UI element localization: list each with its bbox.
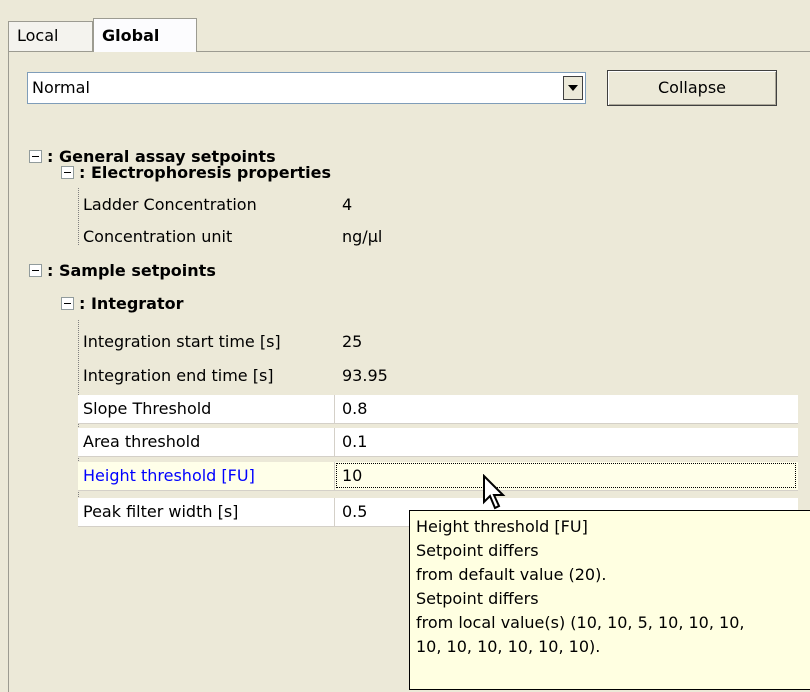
setpoint-name: Area threshold xyxy=(83,432,201,451)
tooltip-line: from default value (20). xyxy=(416,565,607,584)
setpoint-row-slope-threshold[interactable]: Slope Threshold 0.8 xyxy=(78,395,798,424)
column-divider xyxy=(334,428,335,456)
tab-global[interactable]: Global xyxy=(93,18,197,52)
setpoint-value[interactable]: 0.8 xyxy=(342,395,367,423)
setpoint-row-concentration-unit[interactable]: Concentration unit ng/µl xyxy=(78,223,798,251)
collapse-button[interactable]: Collapse xyxy=(607,70,777,106)
tooltip-line: Setpoint differs xyxy=(416,589,539,608)
collapse-integrator-icon[interactable] xyxy=(61,297,74,310)
setpoint-name: Peak filter width [s] xyxy=(83,502,239,521)
chevron-down-icon xyxy=(568,85,578,91)
setpoint-row-height-threshold[interactable]: Height threshold [FU] 10 xyxy=(78,462,798,491)
setpoint-value: 4 xyxy=(342,195,353,214)
column-divider xyxy=(334,498,335,526)
setpoint-row-area-threshold[interactable]: Area threshold 0.1 xyxy=(78,428,798,457)
view-mode-select[interactable]: Normal xyxy=(27,72,586,104)
setpoint-row-integration-end[interactable]: Integration end time [s] 93.95 xyxy=(78,362,798,390)
tab-local[interactable]: Local xyxy=(8,21,93,51)
tooltip-line: 10, 10, 10, 10, 10, 10). xyxy=(416,637,601,656)
setpoint-value: 25 xyxy=(342,332,363,351)
setpoint-row-ladder-concentration[interactable]: Ladder Concentration 4 xyxy=(78,191,798,219)
dropdown-button[interactable] xyxy=(563,76,583,100)
column-divider xyxy=(334,462,335,490)
setpoint-name: Ladder Concentration xyxy=(83,195,257,214)
setpoint-name: Integration end time [s] xyxy=(83,366,274,385)
setpoint-value[interactable]: 0.5 xyxy=(342,498,367,526)
setpoint-value: ng/µl xyxy=(342,227,383,246)
node-sample-setpoints[interactable]: : Sample setpoints xyxy=(47,257,216,285)
node-integrator[interactable]: : Integrator xyxy=(79,290,183,318)
setpoint-row-integration-start[interactable]: Integration start time [s] 25 xyxy=(78,328,798,356)
setpoint-name: Concentration unit xyxy=(83,227,233,246)
collapse-sample-icon[interactable] xyxy=(29,264,42,277)
setpoint-tooltip: Height threshold [FU] Setpoint differs f… xyxy=(409,510,810,690)
collapse-general-icon[interactable] xyxy=(29,150,42,163)
column-divider xyxy=(334,395,335,423)
view-mode-value: Normal xyxy=(32,78,90,97)
tooltip-line: Setpoint differs xyxy=(416,541,539,560)
tooltip-line: from local value(s) (10, 10, 5, 10, 10, … xyxy=(416,613,745,632)
mouse-pointer-icon xyxy=(483,474,506,510)
setpoint-value: 93.95 xyxy=(342,366,388,385)
focus-box xyxy=(336,463,796,488)
collapse-electrophoresis-icon[interactable] xyxy=(61,166,74,179)
setpoint-name: Slope Threshold xyxy=(83,399,212,418)
setpoint-name: Integration start time [s] xyxy=(83,332,281,351)
setpoint-name: Height threshold [FU] xyxy=(83,466,255,485)
setpoint-value[interactable]: 10 xyxy=(342,462,362,490)
tooltip-line: Height threshold [FU] xyxy=(416,517,588,536)
setpoint-value[interactable]: 0.1 xyxy=(342,428,367,456)
node-electrophoresis-properties[interactable]: : Electrophoresis properties xyxy=(79,159,331,187)
